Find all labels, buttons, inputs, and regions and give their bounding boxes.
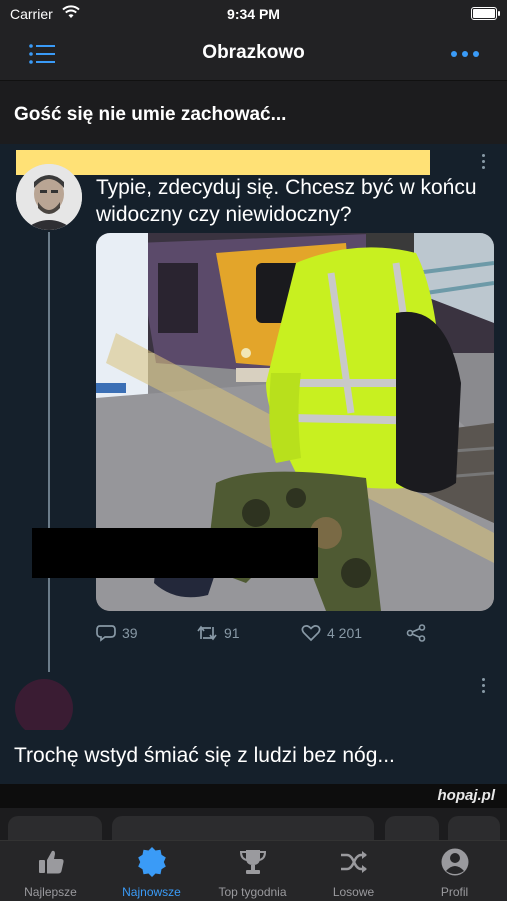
- trophy-icon: [239, 850, 267, 874]
- tab-label: Losowe: [332, 885, 375, 899]
- second-avatar: [15, 679, 73, 737]
- status-bar: Carrier 9:34 PM: [0, 0, 507, 28]
- retweet-icon: [197, 625, 217, 641]
- tab-najlepsze[interactable]: Najlepsze: [0, 841, 101, 901]
- tab-losowe[interactable]: Losowe: [303, 841, 404, 901]
- highlight-bar: [16, 150, 430, 175]
- tab-label: Top tygodnia: [218, 885, 287, 899]
- badge-star-icon: [138, 847, 166, 877]
- share-action[interactable]: [406, 624, 426, 642]
- redaction-box: [32, 528, 318, 578]
- person-icon: [441, 848, 469, 876]
- tweet-actions: 39 91 4 201: [96, 622, 496, 646]
- tab-bar: Najlepsze Najnowsze Top tygodnia Losowe …: [0, 840, 507, 901]
- like-action[interactable]: 4 201: [301, 624, 362, 642]
- like-count: 4 201: [327, 625, 363, 641]
- shuffle-icon: [341, 851, 367, 873]
- tab-najnowsze[interactable]: Najnowsze: [101, 841, 202, 901]
- tab-label: Profil: [440, 885, 469, 899]
- reply-action[interactable]: 39: [96, 624, 138, 642]
- tweet-text: Typie, zdecyduj się. Chcesz być w końcu …: [96, 176, 477, 226]
- clock: 9:34 PM: [227, 6, 280, 22]
- tab-label: Najlepsze: [24, 885, 77, 899]
- heart-icon: [301, 624, 321, 642]
- watermark-label: hopaj.pl: [437, 787, 496, 804]
- thumbs-up-icon: [39, 850, 64, 874]
- tab-label: Najnowsze: [122, 885, 181, 899]
- thread-line: [48, 232, 50, 672]
- reply-count: 39: [122, 625, 138, 641]
- post-title-bar[interactable]: Gość się nie umie zachować...: [0, 82, 507, 144]
- next-post-title: Trochę wstyd śmiać się z ludzi bez nóg..…: [14, 744, 395, 767]
- navigation-bar: Obrazkowo: [0, 28, 507, 81]
- retweet-count: 91: [224, 625, 240, 641]
- comment-icon: [96, 625, 116, 642]
- tweet-options-icon: [481, 154, 487, 172]
- next-post-preview: [0, 808, 507, 840]
- battery-icon: [471, 7, 500, 20]
- retweet-action[interactable]: 91: [196, 624, 240, 642]
- post-title: Gość się nie umie zachować...: [14, 104, 287, 125]
- next-post-title-bar[interactable]: Trochę wstyd śmiać się z ludzi bez nóg..…: [0, 730, 507, 784]
- avatar: [16, 164, 82, 230]
- share-icon: [406, 624, 426, 642]
- tab-profil[interactable]: Profil: [404, 841, 505, 901]
- post-image[interactable]: Typie, zdecyduj się. Chcesz być w końcu …: [0, 144, 507, 784]
- more-button[interactable]: [449, 42, 481, 66]
- ellipsis-icon: [451, 51, 479, 57]
- app-title: Obrazkowo: [202, 42, 305, 63]
- tab-top-tygodnia[interactable]: Top tygodnia: [202, 841, 303, 901]
- watermark-strip: hopaj.pl: [0, 784, 507, 808]
- reply-options-icon: [481, 678, 487, 696]
